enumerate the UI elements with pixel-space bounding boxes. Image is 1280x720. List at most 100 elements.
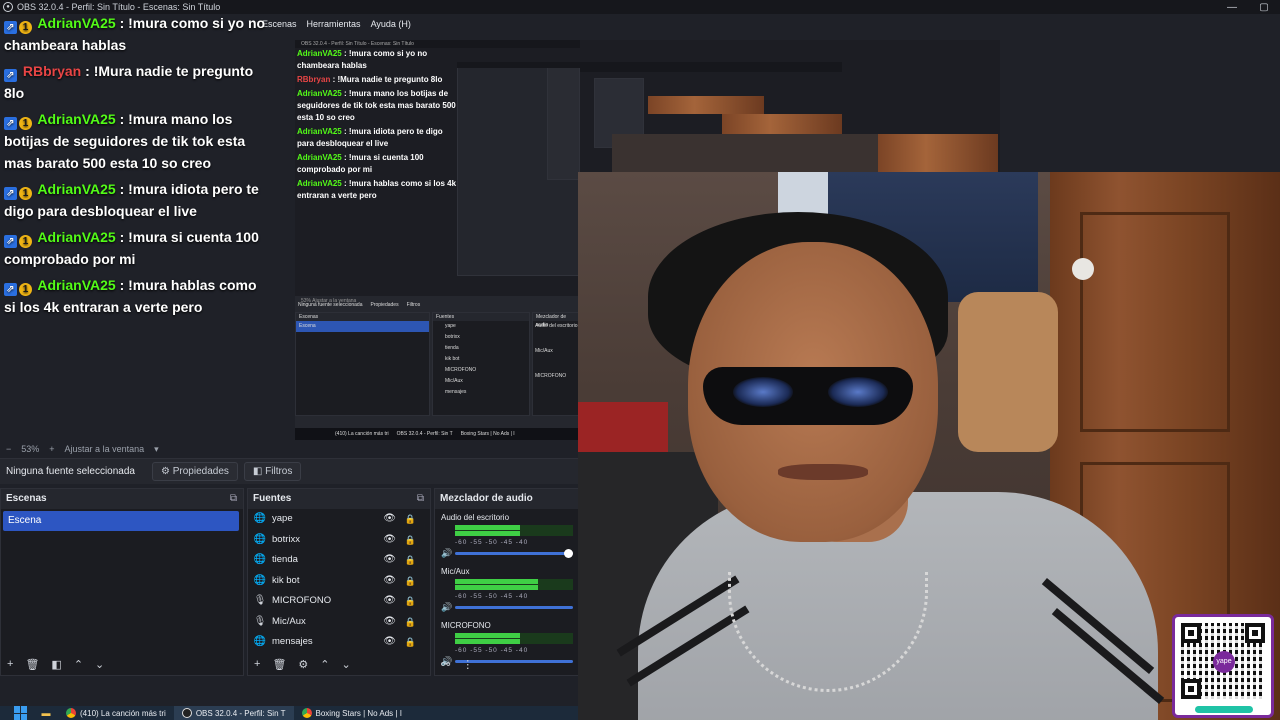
sources-title: Fuentes [253,493,292,504]
move-down-icon[interactable]: ⌄ [95,658,104,671]
mini-filters: Filtros [406,302,421,308]
wood-strip-3 [878,134,998,172]
move-up-icon[interactable]: ⌃ [320,658,329,671]
lock-icon[interactable]: 🔒 [405,612,416,633]
speaker-icon[interactable]: 🔊 [441,602,455,613]
filter-icon[interactable]: ◧ [51,658,61,671]
chat-username: AdrianVA25 [37,229,116,245]
nested-preview-2 [547,62,580,180]
mixer-channel-name: Mic/Aux [441,567,470,576]
mini-scene-item: Escena [296,321,429,332]
microphone-icon: 🎙 [253,595,267,606]
taskbar-app-label: (410) La canción más tri [80,708,166,718]
sunglasses [703,367,913,425]
visibility-eye-icon[interactable]: 👁 [383,530,396,551]
no-source-label: Ninguna fuente seleccionada [6,466,135,477]
lock-icon[interactable]: 🔒 [405,550,416,571]
kick-badge-icon: ⇗ [4,235,17,248]
menu-herramientas[interactable]: Herramientas [307,19,361,29]
speaker-icon[interactable]: 🔊 [441,548,455,559]
link-icon[interactable]: ⚯ [441,658,450,671]
windows-taskbar: ▬ (410) La canción más tri OBS 32.0.4 - P… [0,706,578,720]
source-item[interactable]: 🌐 yape 👁 🔒 [248,509,430,530]
mini-mixer-channel: MICROFONO [535,373,567,379]
trash-icon[interactable]: 🗑 [272,658,286,671]
chrome-icon [301,708,312,718]
zoom-minus-icon[interactable]: − [6,444,11,454]
visibility-eye-icon[interactable]: 👁 [383,509,396,530]
yape-logo: yape [1213,651,1235,673]
menu-ayuda[interactable]: Ayuda (H) [371,19,411,29]
fit-window-label[interactable]: Ajustar a la ventana [65,444,145,454]
source-item[interactable]: 🎙 MICROFONO 👁 🔒 [248,591,430,612]
scenes-title: Escenas [6,493,47,504]
zoom-level: 53% [21,444,40,454]
visibility-eye-icon[interactable]: 👁 [383,632,396,653]
source-item[interactable]: 🎙 Mic/Aux 👁 🔒 [248,612,430,633]
volume-slider[interactable] [455,549,573,558]
move-up-icon[interactable]: ⌃ [74,658,83,671]
globe-icon: 🌐 [253,554,267,565]
mini-source-item: mensajes [445,389,467,395]
source-label: mensajes [272,636,313,647]
source-label: botrixx [272,533,300,545]
taskbar-app[interactable]: OBS 32.0.4 - Perfil: Sin T [173,706,294,720]
add-icon[interactable]: + [7,658,13,670]
properties-bar: Ninguna fuente seleccionada ⚙ Propiedade… [0,458,580,484]
mini-taskbar-app: Boxing Stars | No Ads | I [460,431,515,437]
windows-start-icon[interactable] [14,706,28,720]
chevron-down-icon[interactable]: ▾ [154,444,159,455]
source-item[interactable]: 🌐 tienda 👁 🔒 [248,550,430,571]
minimize-button[interactable]: — [1216,2,1248,13]
undock-icon[interactable]: ⧉ [417,489,424,509]
undock-icon[interactable]: ⧉ [230,489,237,509]
chat-message: ⇗ 1 AdrianVA25 : !mura como si yo no cham… [4,12,272,56]
more-icon[interactable]: ⋮ [462,658,473,671]
scene-item[interactable]: Escena [3,511,239,531]
mini-docks: 53% Ajustar a la ventana Escenas Escena … [295,296,580,440]
taskbar-app[interactable]: (410) La canción más tri [58,706,174,720]
filters-button[interactable]: ◧ Filtros [243,462,302,481]
source-item[interactable]: 🌐 botrixx 👁 🔒 [248,530,430,551]
visibility-eye-icon[interactable]: 👁 [383,591,396,612]
lock-icon[interactable]: 🔒 [405,509,416,530]
mixer-channel-name: Audio del escritorio [441,513,510,522]
nested-titlebar [457,62,580,68]
coin-badge-icon: 1 [19,117,32,130]
lock-icon[interactable]: 🔒 [405,591,416,612]
volume-slider-handle[interactable] [564,549,573,558]
properties-button[interactable]: ⚙ Propiedades [152,462,238,481]
maximize-button[interactable]: ▢ [1248,2,1280,13]
mini-taskbar-app: (410) La canción más tri [335,431,389,437]
lock-icon[interactable]: 🔒 [405,530,416,551]
visibility-eye-icon[interactable]: 👁 [383,571,396,592]
folder-icon[interactable]: ▬ [38,707,54,719]
source-label: Mic/Aux [272,615,306,627]
globe-icon: 🌐 [253,636,267,647]
visibility-eye-icon[interactable]: 👁 [383,550,396,571]
source-item[interactable]: 🌐 kik bot 👁 🔒 [248,571,430,592]
move-down-icon[interactable]: ⌄ [342,658,351,671]
add-icon[interactable]: + [254,658,260,670]
lock-icon[interactable]: 🔒 [405,632,416,653]
mixer-channel: Audio del escritorio -60 -55 -50 -45 -40 🔊 [435,509,579,563]
obs-icon: ● [3,2,13,12]
visibility-eye-icon[interactable]: 👁 [383,612,396,633]
sources-dock: Fuentes ⧉ 🌐 yape 👁 🔒 🌐 botrixx 👁 🔒 🌐 tienda 👁 🔒 🌐 kik … [247,488,431,676]
nested-titlebar-2 [580,62,842,72]
obs-icon [181,708,192,718]
source-item[interactable]: 🌐 mensajes 👁 🔒 [248,632,430,653]
mixer-channels: Audio del escritorio -60 -55 -50 -45 -40 🔊… [435,509,579,671]
scenes-dock: Escenas ⧉ Escena + 🗑 ◧ ⌃ ⌄ [0,488,244,676]
source-label: yape [272,513,293,524]
mini-properties: Propiedades [370,302,399,308]
trash-icon[interactable]: 🗑 [25,658,39,671]
taskbar-app[interactable]: Boxing Stars | No Ads | I [294,706,410,720]
chat-username: RBbryan [22,63,82,79]
gear-icon[interactable]: ⚙ [298,658,308,671]
lock-icon[interactable]: 🔒 [405,571,416,592]
chat-message: ⇗ RBbryan : !Mura nadie te pregunto 8lo [4,60,272,104]
volume-slider[interactable] [455,606,573,609]
zoom-plus-icon[interactable]: + [49,444,54,454]
preview-canvas[interactable]: OBS 32.0.4 - Perfil: Sin Título - Escena… [295,40,580,440]
